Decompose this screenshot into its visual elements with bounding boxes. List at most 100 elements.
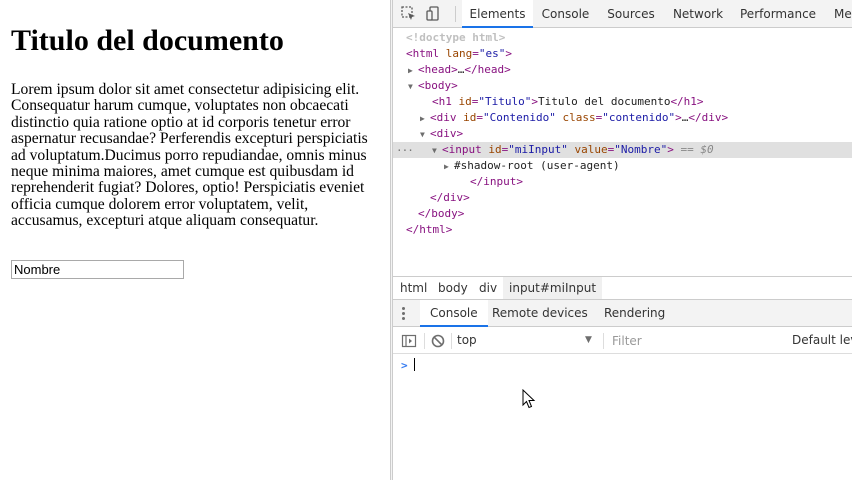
tag-text: <h1 bbox=[432, 95, 452, 108]
tab-performance[interactable]: Performance bbox=[740, 0, 816, 28]
drawer-tab-rendering[interactable]: Rendering bbox=[604, 300, 665, 327]
toolbar-divider bbox=[603, 333, 604, 349]
prompt-chevron-icon: > bbox=[401, 359, 408, 372]
attr-name: class bbox=[562, 111, 596, 124]
attr-value: "Contenido" bbox=[483, 111, 556, 124]
tag-text: <body> bbox=[418, 79, 458, 92]
attr-value: "es" bbox=[478, 47, 506, 60]
attr-value: "contenido" bbox=[602, 111, 676, 124]
console-toolbar: top ▼ Default levels bbox=[393, 327, 852, 354]
dom-node-head[interactable]: ▶ <head>…</head> bbox=[393, 62, 852, 78]
selected-node-marker: == $0 bbox=[680, 143, 714, 156]
devtools-toolbar: Elements Console Sources Network Perform… bbox=[393, 0, 852, 28]
tag-text: </input> bbox=[470, 175, 523, 188]
dom-node-doctype[interactable]: <!doctype html> bbox=[393, 30, 852, 46]
dom-node-shadow-root[interactable]: ▶ #shadow-root (user-agent) bbox=[393, 158, 852, 174]
dom-node-div-contenido[interactable]: ▶ <div id="Contenido" class="contenido">…… bbox=[393, 110, 852, 126]
shadow-root-text: #shadow-root (user-agent) bbox=[454, 159, 620, 172]
paragraph-line: reprehenderit fugiat? Dolores, optio! Pe… bbox=[11, 179, 365, 197]
attr-name: value bbox=[574, 143, 608, 156]
breadcrumb-body[interactable]: body bbox=[438, 277, 468, 299]
collapse-triangle-icon[interactable]: ▼ bbox=[408, 79, 418, 95]
page-heading: Titulo del documento bbox=[11, 24, 284, 57]
paragraph-line: officia cumque dolorem error voluptatem,… bbox=[11, 195, 309, 213]
breadcrumb-html[interactable]: html bbox=[400, 277, 427, 299]
doctype-text: <!doctype html> bbox=[406, 31, 506, 44]
attr-value: "Nombre" bbox=[614, 143, 668, 156]
console-filter-input[interactable] bbox=[608, 331, 784, 350]
context-select[interactable]: top bbox=[457, 331, 597, 350]
expand-triangle-icon[interactable]: ▶ bbox=[444, 159, 454, 175]
dom-node-h1[interactable]: <h1 id="Titulo">Titulo del documento</h1… bbox=[393, 94, 852, 110]
dropdown-arrow-icon[interactable]: ▼ bbox=[585, 331, 592, 350]
tag-text: > bbox=[675, 111, 682, 124]
dom-node-html-close[interactable]: </html> bbox=[393, 222, 852, 238]
paragraph-line: accusamus, excepturi atque aliquam conse… bbox=[11, 212, 319, 230]
drawer-tab-remote-devices[interactable]: Remote devices bbox=[492, 300, 588, 327]
name-input[interactable] bbox=[11, 260, 184, 279]
tag-text: </div> bbox=[688, 111, 729, 124]
mouse-pointer-icon bbox=[522, 389, 536, 409]
tag-text: </head> bbox=[464, 63, 511, 76]
attr-name: lang bbox=[445, 47, 473, 60]
log-levels-dropdown[interactable]: Default levels bbox=[792, 327, 852, 354]
tab-sources[interactable]: Sources bbox=[603, 0, 659, 28]
tag-text: </div> bbox=[430, 191, 470, 204]
dom-node-input-close[interactable]: </input> bbox=[393, 174, 852, 190]
drawer-tab-console[interactable]: Console bbox=[420, 300, 488, 327]
tab-console[interactable]: Console bbox=[537, 0, 594, 28]
drawer-menu-icon[interactable] bbox=[402, 307, 406, 321]
console-output[interactable]: > bbox=[393, 354, 852, 480]
node-text: Titulo del documento bbox=[537, 95, 671, 108]
attr-name: id bbox=[458, 95, 472, 108]
console-prompt[interactable]: > bbox=[401, 358, 415, 374]
devtools-panel: Elements Console Sources Network Perform… bbox=[393, 0, 852, 480]
tag-text: > bbox=[505, 47, 512, 60]
tag-text: </html> bbox=[406, 223, 453, 236]
paragraph-line: Consequatur harum cumque, voluptates non… bbox=[11, 97, 349, 115]
tab-memory[interactable]: Me bbox=[834, 0, 852, 28]
tag-text: > bbox=[667, 143, 674, 156]
expand-triangle-icon[interactable]: ▶ bbox=[408, 63, 418, 79]
breadcrumb-input[interactable]: input#miInput bbox=[503, 277, 603, 299]
tab-network[interactable]: Network bbox=[670, 0, 726, 28]
inspect-element-icon[interactable] bbox=[400, 5, 418, 23]
node-actions-icon[interactable]: ... bbox=[396, 140, 414, 156]
tag-text: <input bbox=[442, 143, 482, 156]
attr-value: "Titulo" bbox=[478, 95, 532, 108]
show-sidebar-icon[interactable] bbox=[401, 333, 417, 349]
attr-value: "miInput" bbox=[508, 143, 568, 156]
dom-node-body-close[interactable]: </body> bbox=[393, 206, 852, 222]
attr-name: id bbox=[488, 143, 502, 156]
breadcrumb-div[interactable]: div bbox=[479, 277, 497, 299]
paragraph-line: Lorem ipsum dolor sit amet consectetur a… bbox=[11, 81, 360, 98]
tag-text: <html bbox=[406, 47, 440, 60]
page-viewport: Titulo del documento Lorem ipsum dolor s… bbox=[0, 0, 390, 480]
dom-node-div-close[interactable]: </div> bbox=[393, 190, 852, 206]
paragraph-line: aspernatur recusandae? Perferendis excep… bbox=[11, 130, 368, 148]
collapse-triangle-icon[interactable]: ▼ bbox=[432, 143, 442, 159]
paragraph-line: ad voluptatum.Ducimus porro repudiandae,… bbox=[11, 146, 367, 164]
tag-text: </body> bbox=[418, 207, 465, 220]
tag-text: <head> bbox=[418, 63, 458, 76]
dom-node-input-selected[interactable]: ... ▼ <input id="miInput" value="Nombre">… bbox=[393, 140, 852, 159]
paragraph-line: distinctio quia ratione optio at id corp… bbox=[11, 113, 351, 131]
device-toolbar-icon[interactable] bbox=[426, 5, 444, 23]
toolbar-divider bbox=[424, 333, 425, 349]
toolbar-divider bbox=[451, 333, 452, 349]
tag-text: </h1> bbox=[670, 95, 704, 108]
attr-name: id bbox=[463, 111, 477, 124]
dom-node-body[interactable]: ▼ <body> bbox=[393, 78, 852, 94]
expand-triangle-icon[interactable]: ▶ bbox=[420, 111, 430, 127]
toolbar-divider bbox=[455, 6, 456, 22]
collapse-triangle-icon[interactable]: ▼ bbox=[420, 127, 430, 143]
dom-tree: <!doctype html> <html lang="es"> ▶ <head>… bbox=[393, 28, 852, 276]
paragraph-line: neque minima maiores, amet cumque est qu… bbox=[11, 163, 354, 181]
page-paragraph: Lorem ipsum dolor sit amet consectetur a… bbox=[11, 81, 383, 230]
text-caret bbox=[413, 358, 415, 371]
dom-node-html[interactable]: <html lang="es"> bbox=[393, 46, 852, 62]
tag-text: > bbox=[531, 95, 538, 108]
clear-console-icon[interactable] bbox=[430, 333, 446, 349]
tab-elements[interactable]: Elements bbox=[462, 0, 533, 28]
dom-node-div[interactable]: ▼ <div> bbox=[393, 126, 852, 142]
